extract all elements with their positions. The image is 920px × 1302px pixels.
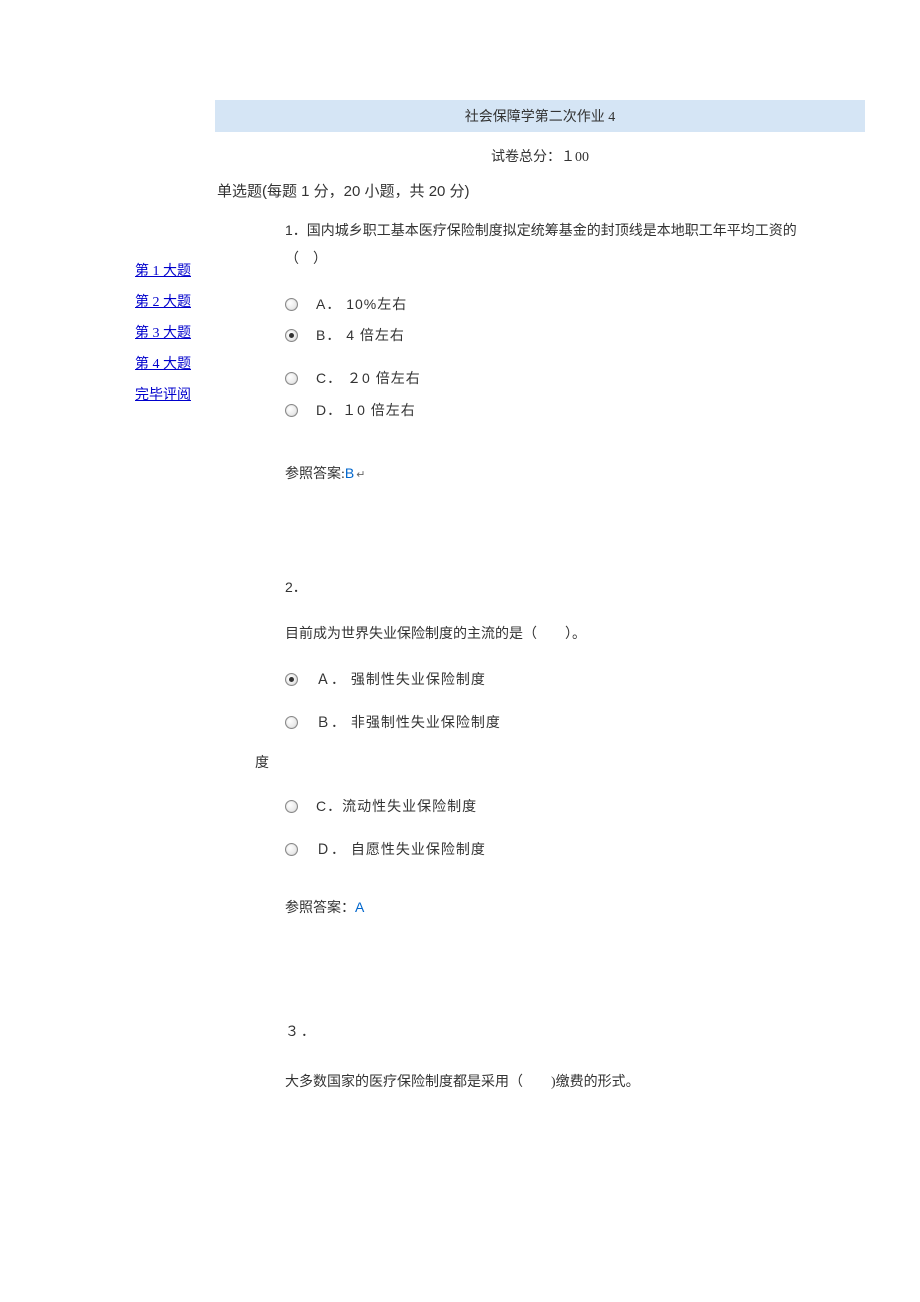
sidebar-item-finish[interactable]: 完毕评阅 [135,384,275,404]
sidebar-item-section3[interactable]: 第 3 大题 [135,322,275,342]
option-a[interactable]: Ａ． 强制性失业保险制度 [285,667,820,692]
radio-icon[interactable] [285,329,298,342]
paragraph-mark-icon: ↵ [356,469,365,481]
option-d[interactable]: Ｄ． 自愿性失业保险制度 [285,837,820,862]
question-text: ３． 大多数国家的医疗保险制度都是采用（ )缴费的形式。 [285,1017,820,1097]
option-d[interactable]: D．１0 倍左右 [285,398,820,423]
option-c[interactable]: C． ２0 倍左右 [285,366,820,391]
radio-icon[interactable] [285,372,298,385]
sidebar-item-section2[interactable]: 第 2 大题 [135,291,275,311]
radio-icon[interactable] [285,843,298,856]
sidebar-item-section1[interactable]: 第 1 大题 [135,260,275,280]
radio-icon[interactable] [285,298,298,311]
question-text: 2． 目前成为世界失业保险制度的主流的是（ ）。 [285,573,820,649]
radio-icon[interactable] [285,716,298,729]
option-b[interactable]: B． 4 倍左右 [285,323,820,348]
question-1: 1．国内城乡职工基本医疗保险制度拟定统筹基金的封顶线是本地职工年平均工资的（ ）… [285,216,820,483]
radio-icon[interactable] [285,404,298,417]
section-title: 单选题(每题 1 分，20 小题，共 20 分) [217,180,820,201]
question-text: 1．国内城乡职工基本医疗保险制度拟定统筹基金的封顶线是本地职工年平均工资的（ ） [285,216,820,274]
sidebar-nav: 第 1 大题 第 2 大题 第 3 大题 第 4 大题 完毕评阅 [0,180,275,1147]
answer-line: 参照答案：A [285,897,820,917]
question-3: ３． 大多数国家的医疗保险制度都是采用（ )缴费的形式。 [285,1017,820,1097]
sidebar-item-section4[interactable]: 第 4 大题 [135,353,275,373]
option-c[interactable]: C．流动性失业保险制度 [285,794,820,819]
score-line: 试卷总分：１00 [215,132,865,180]
radio-icon[interactable] [285,800,298,813]
radio-icon[interactable] [285,673,298,686]
answer-line: 参照答案:B↵ [285,463,820,483]
question-2: 2． 目前成为世界失业保险制度的主流的是（ ）。 Ａ． 强制性失业保险制度 Ｂ．… [285,573,820,918]
page-title-bar: 社会保障学第二次作业 4 [215,100,865,132]
option-b[interactable]: Ｂ． 非强制性失业保险制度 [285,710,820,735]
option-a[interactable]: A． 10%左右 [285,292,820,317]
page-title: 社会保障学第二次作业 4 [465,110,616,125]
